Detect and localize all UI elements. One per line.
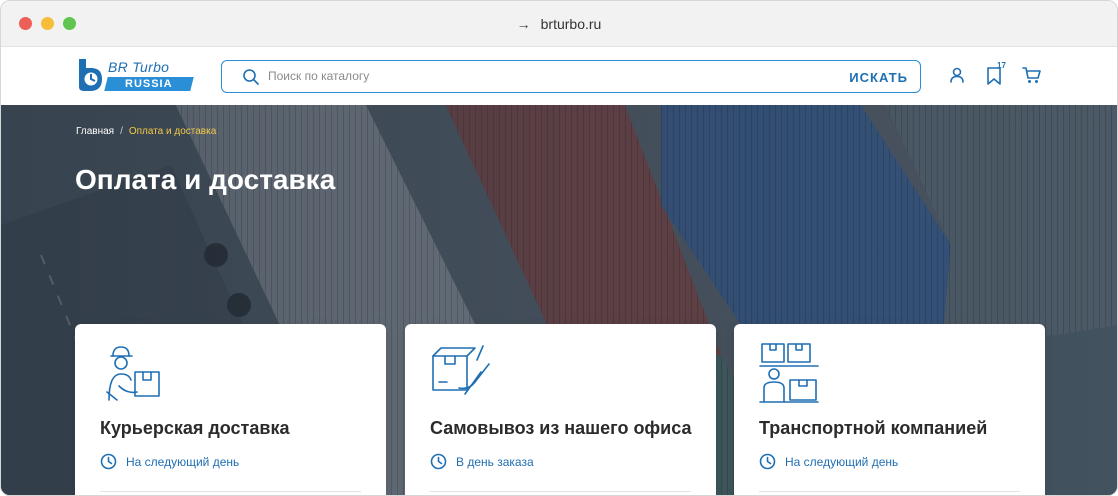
breadcrumb-current: Оплата и доставка (128, 126, 217, 137)
site-logo[interactable]: BR Turbo RUSSIA (76, 57, 196, 97)
delivery-card-transport[interactable]: Транспортной компанией На следующий день (734, 324, 1045, 495)
search-button[interactable]: ИСКАТЬ (849, 67, 908, 87)
card-timing-text: В день заказа (456, 454, 534, 469)
favorites-count-badge: 17 (997, 61, 1006, 70)
pickup-box-icon (432, 345, 490, 395)
clock-icon (100, 453, 117, 470)
hero-banner: Главная / Оплата и доставка Оплата и дос… (1, 105, 1117, 495)
logo-brand-subtext: RUSSIA (104, 77, 194, 91)
delivery-card-pickup[interactable]: Самовывоз из нашего офиса В день заказа (405, 324, 716, 495)
clock-icon (759, 453, 776, 470)
breadcrumb: Главная / Оплата и доставка (76, 126, 216, 137)
divider (430, 491, 691, 492)
card-title: Транспортной компанией (759, 418, 988, 438)
card-timing: На следующий день (100, 453, 239, 470)
breadcrumb-home-link[interactable]: Главная (76, 126, 114, 137)
search-icon (243, 69, 259, 85)
card-title: Курьерская доставка (100, 418, 290, 438)
browser-window: → brturbo.ru BR Turbo RUSSIA ИСКАТЬ (0, 0, 1118, 496)
cart-icon[interactable] (1022, 66, 1042, 84)
card-timing: В день заказа (430, 453, 534, 470)
search-bar: ИСКАТЬ (221, 60, 921, 93)
clock-icon (430, 453, 447, 470)
divider (759, 491, 1020, 492)
courier-icon (106, 346, 160, 401)
card-timing-text: На следующий день (126, 454, 240, 469)
site-header: BR Turbo RUSSIA ИСКАТЬ 17 (1, 47, 1117, 105)
card-timing: На следующий день (759, 453, 898, 470)
user-icon[interactable] (948, 66, 966, 84)
breadcrumb-separator: / (120, 126, 123, 137)
page-title: Оплата и доставка (75, 164, 336, 195)
url-text: brturbo.ru (540, 16, 602, 32)
logo-brand-text: BR Turbo (108, 59, 170, 75)
logo-mark-icon (79, 59, 102, 91)
browser-toolbar: → brturbo.ru (1, 1, 1117, 47)
delivery-card-courier[interactable]: Курьерская доставка На следующий день (75, 324, 386, 495)
divider (100, 491, 361, 492)
arrow-right-icon: → (516, 16, 531, 32)
address-bar[interactable]: → brturbo.ru (1, 1, 1117, 47)
warehouse-icon (759, 343, 819, 403)
card-timing-text: На следующий день (785, 454, 899, 469)
search-input[interactable] (268, 66, 828, 86)
card-title: Самовывоз из нашего офиса (430, 418, 692, 438)
